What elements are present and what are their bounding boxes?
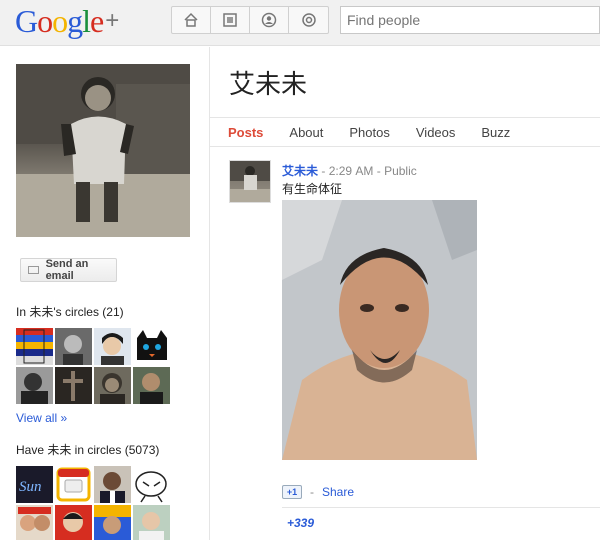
plus-count-divider [282,507,600,540]
home-button[interactable] [172,7,211,33]
avatar-image [55,367,92,404]
left-sidebar: Send an email In 未未's circles (21) View … [0,47,210,540]
tab-videos[interactable]: Videos [416,125,456,140]
post-meta: 艾未未 - 2:29 AM - Public [282,162,417,179]
logo-letter: o [52,3,68,39]
follower-avatar[interactable] [16,505,53,540]
avatar-image [133,367,170,404]
circles-icon [301,13,316,27]
circle-member-avatar[interactable] [55,367,92,404]
circle-member-avatar[interactable] [16,367,53,404]
have-in-circles-grid: Sun [16,466,170,540]
logo-letter: l [82,3,91,39]
follower-avatar[interactable] [94,466,131,503]
circle-member-avatar[interactable] [94,367,131,404]
photos-button[interactable] [211,7,250,33]
post-visibility[interactable]: Public [384,164,417,178]
send-email-button[interactable]: Send an email [20,258,117,282]
avatar-image [230,161,270,202]
follower-avatar[interactable] [133,466,170,503]
avatar-image [16,505,53,540]
tab-about[interactable]: About [289,125,323,140]
logo-plus: + [105,7,119,34]
avatar-image [133,505,170,540]
tab-buzz[interactable]: Buzz [481,125,510,140]
post-time[interactable]: 2:29 AM [329,164,374,178]
avatar-image [94,328,131,365]
plus-one-button[interactable]: +1 [282,485,302,499]
home-icon [184,12,198,27]
avatar-image [16,367,53,404]
post-author-avatar[interactable] [229,160,271,203]
follower-avatar[interactable] [55,466,92,503]
have-in-circles-heading: Have 未未 in circles (5073) [16,443,160,457]
follower-avatar[interactable] [55,505,92,540]
avatar-image [94,367,131,404]
circle-member-avatar[interactable] [133,328,170,365]
meta-separator: - [318,164,329,178]
svg-text:Sun: Sun [19,479,42,495]
avatar-image [55,328,92,365]
avatar-image [16,328,53,365]
post-author-link[interactable]: 艾未未 [282,164,318,178]
logo-letter: e [90,3,104,39]
circle-member-avatar[interactable] [16,328,53,365]
avatar-image [94,466,131,503]
circle-member-avatar[interactable] [133,367,170,404]
profile-icon [261,12,277,28]
post-actions: +1 - Share [282,485,354,499]
circles-button[interactable] [289,7,328,33]
follower-avatar[interactable] [133,505,170,540]
avatar-image [133,466,170,503]
avatar-image [94,505,131,540]
view-all-link[interactable]: View all » [16,411,67,425]
top-bar: Google+ [0,0,600,46]
search-input[interactable] [340,6,600,34]
in-circles-heading: In 未未's circles (21) [16,305,124,319]
logo-letter: o [37,3,53,39]
post-text: 有生命体征 [282,182,343,196]
selfie-photo-image [282,200,477,460]
avatar-image [55,505,92,540]
circle-member-avatar[interactable] [55,328,92,365]
mail-icon [28,266,39,274]
share-link[interactable]: Share [322,485,354,499]
profile-name: 艾未未 [229,70,308,100]
profile-button[interactable] [250,7,289,33]
photos-icon [223,13,237,27]
in-circles-grid [16,328,170,404]
follower-avatar[interactable] [94,505,131,540]
meta-separator: - [373,164,385,178]
follower-avatar[interactable]: Sun [16,466,53,503]
profile-photo[interactable] [16,64,190,237]
circle-member-avatar[interactable] [94,328,131,365]
google-plus-logo[interactable]: Google+ [15,3,119,40]
logo-letter: G [15,3,38,39]
avatar-image [133,328,170,365]
send-email-label: Send an email [45,258,89,282]
tab-photos[interactable]: Photos [349,125,389,140]
avatar-image: Sun [16,466,53,503]
plus-one-count[interactable]: +339 [287,516,314,530]
action-separator: - [310,485,314,499]
avatar-image [55,466,92,503]
profile-tabs: Posts About Photos Videos Buzz [210,117,600,147]
child-photo-image [16,64,190,237]
nav-button-group [171,6,329,34]
post-photo[interactable] [282,200,477,460]
tab-posts[interactable]: Posts [228,125,263,140]
logo-letter: g [67,3,83,39]
